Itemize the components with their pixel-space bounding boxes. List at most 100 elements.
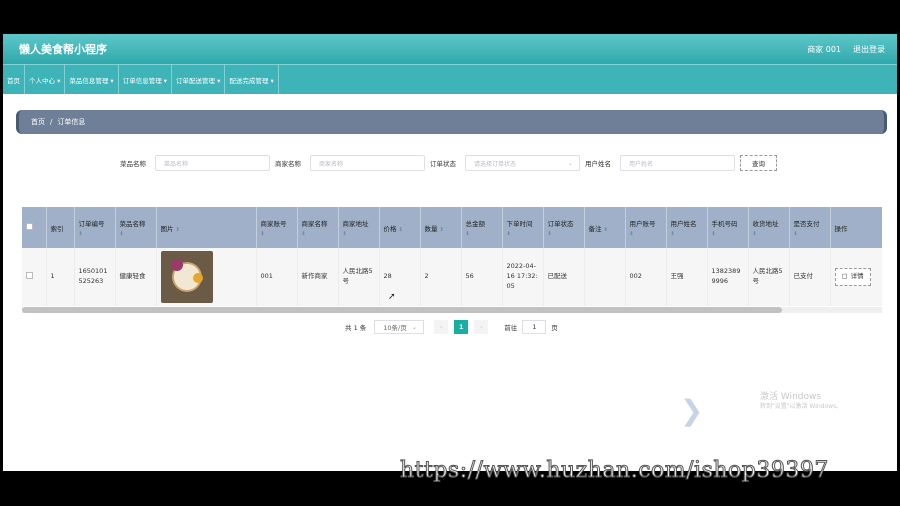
page-size-value: 10条/页 <box>383 324 407 332</box>
filter-bar: 菜品名称 菜品名称 商家名称 商家名称 订单状态 请选择订单状态 ⌄ 用户姓名 用… <box>3 155 897 171</box>
logout-link[interactable]: 退出登录 <box>853 44 885 55</box>
sort-icon[interactable]: ⇕ <box>466 231 498 237</box>
sort-icon[interactable]: ⇕ <box>176 227 180 233</box>
scrollbar-thumb[interactable] <box>22 307 782 313</box>
select-all-checkbox[interactable] <box>26 223 33 230</box>
next-page-button[interactable]: › <box>474 320 489 334</box>
sort-icon[interactable]: ⇕ <box>440 227 444 233</box>
sort-icon[interactable]: ⇕ <box>343 231 375 237</box>
dish-filter-input[interactable]: 菜品名称 <box>155 155 270 171</box>
col-header[interactable]: 用户账号 ⇕ <box>625 207 667 248</box>
main-nav: 首页 个人中心 ▾ 菜品信息管理 ▾ 订单信息管理 ▾ 订单配送管理 ▾ 配送完… <box>3 64 897 94</box>
nav-dish-mgmt[interactable]: 菜品信息管理 ▾ <box>65 65 119 94</box>
watermark-line2: 转到"设置"以激活 Windows。 <box>760 402 843 410</box>
breadcrumb-current: 订单信息 <box>57 118 86 126</box>
col-header[interactable]: 是否支付 ⇕ <box>789 207 831 248</box>
sort-icon[interactable]: ⇕ <box>79 231 111 237</box>
col-header[interactable]: 用户姓名 ⇕ <box>666 207 708 248</box>
search-button[interactable]: 查询 <box>740 155 777 171</box>
col-header[interactable]: 价格 ⇕ <box>379 207 421 248</box>
sort-icon[interactable]: ⇕ <box>120 231 152 237</box>
goto-page-input[interactable]: 1 <box>522 320 547 334</box>
cell-user-name: 王强 <box>666 248 708 306</box>
cell-action: ▢ 详情 <box>830 248 882 306</box>
col-header[interactable]: 手机号码 ⇕ <box>707 207 749 248</box>
goto-label: 前往 <box>504 324 518 332</box>
status-filter-select[interactable]: 请选择订单状态 ⌄ <box>465 155 580 171</box>
col-header[interactable]: 索引 <box>46 207 75 248</box>
cell-merchant-name: 新作商家 <box>297 248 339 306</box>
cell-phone: 13823899996 <box>707 248 749 306</box>
detail-button[interactable]: ▢ 详情 <box>834 268 871 286</box>
col-header[interactable]: 订单编号 ⇕ <box>74 207 116 248</box>
col-header: 操作 <box>830 207 882 248</box>
col-header[interactable]: 收货地址 ⇕ <box>748 207 790 248</box>
page-size-select[interactable]: 10条/页 ⌄ <box>374 320 425 334</box>
sort-icon[interactable]: ⇕ <box>261 231 293 237</box>
nav-delivered-mgmt[interactable]: 配送完成管理 ▾ <box>225 65 279 94</box>
row-checkbox[interactable] <box>26 271 33 279</box>
top-bar: 懒人美食帮小程序 商家 001 退出登录 <box>3 34 897 64</box>
cell-index: 1 <box>46 248 75 306</box>
mouse-cursor-icon: ➚ <box>388 292 396 302</box>
windows-logo-icon: ❯ <box>680 394 704 427</box>
cell-paid: 已支付 <box>789 248 831 306</box>
col-header[interactable]: 订单状态 ⇕ <box>543 207 585 248</box>
sort-icon[interactable]: ⇕ <box>548 231 580 237</box>
cell-time: 2022-04-16 17:32:05 <box>502 248 544 306</box>
breadcrumb-separator: / <box>50 118 53 126</box>
horizontal-scrollbar[interactable] <box>22 307 882 313</box>
cell-total: 56 <box>461 248 503 306</box>
cell-dish: 健康轻食 <box>115 248 157 306</box>
nav-profile[interactable]: 个人中心 ▾ <box>25 65 66 94</box>
col-header[interactable]: 数量 ⇕ <box>420 207 462 248</box>
current-user: 商家 001 <box>807 44 841 54</box>
dish-filter-label: 菜品名称 <box>120 160 146 168</box>
status-filter-label: 订单状态 <box>430 160 456 168</box>
cell-image <box>156 248 257 306</box>
breadcrumb-home[interactable]: 首页 <box>31 117 45 127</box>
activation-watermark: 激活 Windows 转到"设置"以激活 Windows。 <box>760 392 842 410</box>
sort-icon[interactable]: ⇕ <box>507 231 539 237</box>
status-filter-placeholder: 请选择订单状态 <box>474 160 517 168</box>
merchant-filter-input[interactable]: 商家名称 <box>310 155 425 171</box>
nav-order-mgmt[interactable]: 订单信息管理 ▾ <box>119 65 173 94</box>
table-header-row: 索引 订单编号 ⇕ 菜品名称 ⇕ 图片 ⇕ 商家账号 ⇕ 商家名称 ⇕ 商家地址 ⇕ 价格… <box>22 207 882 248</box>
current-page[interactable]: 1 <box>454 320 469 334</box>
sort-icon[interactable]: ⇕ <box>604 227 608 233</box>
watermark-line1: 激活 Windows <box>760 392 822 402</box>
sort-icon[interactable]: ⇕ <box>671 231 703 237</box>
chevron-down-icon: ⌄ <box>411 323 418 331</box>
nav-home[interactable]: 首页 <box>3 65 25 94</box>
cell-status: 已配送 <box>543 248 585 306</box>
cell-qty: 2 <box>420 248 462 306</box>
col-header[interactable]: 图片 ⇕ <box>156 207 257 248</box>
col-header[interactable]: 商家账号 ⇕ <box>256 207 298 248</box>
sort-icon[interactable]: ⇕ <box>712 231 744 237</box>
nav-delivery-mgmt[interactable]: 订单配送管理 ▾ <box>172 65 226 94</box>
sort-icon[interactable]: ⇕ <box>399 227 403 233</box>
cell-order-no: 1650101525263 <box>74 248 116 306</box>
col-header[interactable]: 备注 ⇕ <box>584 207 626 248</box>
merchant-filter-label: 商家名称 <box>275 160 301 168</box>
detail-label: 详情 <box>850 272 864 281</box>
col-header[interactable]: 商家地址 ⇕ <box>338 207 380 248</box>
app-title: 懒人美食帮小程序 <box>19 43 107 56</box>
sort-icon[interactable]: ⇕ <box>302 231 334 237</box>
table-row[interactable]: 1 1650101525263 健康轻食 001 新作商家 人民北路5号 28 … <box>22 248 882 306</box>
col-header[interactable]: 商家名称 ⇕ <box>297 207 339 248</box>
chevron-down-icon: ⌄ <box>567 159 573 167</box>
sort-icon[interactable]: ⇕ <box>630 231 662 237</box>
dish-image <box>160 251 213 303</box>
cell-address: 人民北路5号 <box>338 248 380 306</box>
col-header[interactable]: 下单时间 ⇕ <box>502 207 544 248</box>
cell-price: 28 <box>379 248 421 306</box>
prev-page-button[interactable]: ‹ <box>434 320 449 334</box>
cell-remark <box>584 248 626 306</box>
user-filter-input[interactable]: 用户姓名 <box>620 155 735 171</box>
col-header[interactable]: 菜品名称 ⇕ <box>115 207 157 248</box>
row-select-cell <box>22 248 47 306</box>
col-header[interactable]: 总金额 ⇕ <box>461 207 503 248</box>
sort-icon[interactable]: ⇕ <box>753 231 785 237</box>
sort-icon[interactable]: ⇕ <box>794 231 826 237</box>
